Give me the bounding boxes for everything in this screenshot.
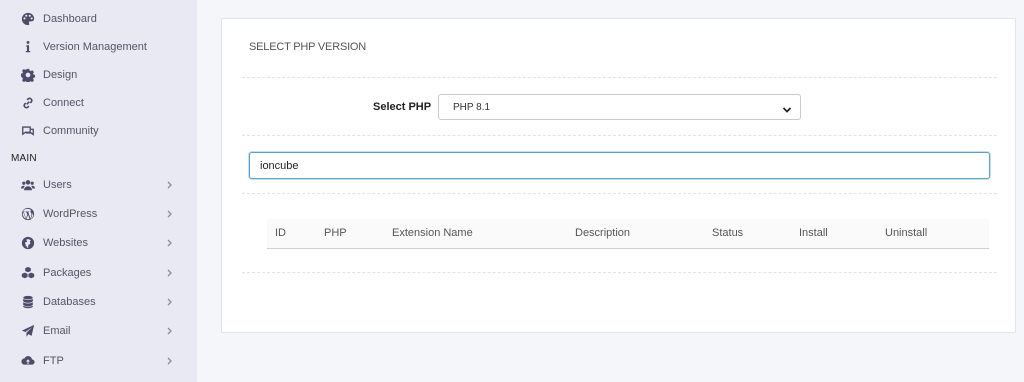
sidebar-item-label: Version Management	[43, 41, 147, 53]
column-header-description: Description	[575, 227, 631, 239]
column-header-status: Status	[712, 227, 744, 239]
chevron-down-icon	[782, 102, 792, 113]
divider	[242, 77, 997, 78]
chevron-right-icon	[165, 298, 173, 306]
main-content: SELECT PHP VERSION Select PHP PHP 8.1 ID…	[197, 0, 1024, 382]
chevron-right-icon	[165, 239, 173, 247]
cloud-upload-icon	[20, 354, 35, 369]
chevron-right-icon	[165, 327, 173, 335]
link-icon	[20, 96, 35, 111]
sidebar-item-version-management[interactable]: Version Management	[0, 33, 197, 61]
chevron-right-icon	[165, 210, 173, 218]
panel-title: SELECT PHP VERSION	[249, 41, 367, 53]
gear-icon	[20, 68, 35, 83]
section-label-main: MAIN	[11, 153, 37, 164]
divider	[242, 193, 997, 194]
sidebar-item-label: Users	[43, 179, 72, 191]
comments-icon	[20, 124, 35, 139]
sidebar-item-design[interactable]: Design	[0, 61, 197, 89]
sidebar-item-users[interactable]: Users	[0, 171, 197, 199]
column-header-uninstall: Uninstall	[885, 227, 928, 239]
selected-php-version: PHP 8.1	[453, 101, 491, 113]
info-icon	[20, 40, 35, 55]
select-php-label: Select PHP	[373, 101, 432, 113]
sidebar-item-dashboard[interactable]: Dashboard	[0, 5, 197, 33]
palette-icon	[20, 12, 35, 27]
globe-icon	[20, 236, 35, 251]
sidebar-item-label: FTP	[43, 355, 64, 367]
sidebar-item-label: Databases	[43, 296, 96, 308]
sidebar-item-websites[interactable]: Websites	[0, 229, 197, 257]
extensions-table-header: ID PHP Extension Name Description Status…	[267, 219, 989, 249]
sidebar-item-label: Websites	[43, 237, 89, 249]
php-version-select[interactable]: PHP 8.1	[438, 94, 801, 120]
column-header-php: PHP	[324, 227, 347, 239]
sidebar-item-email[interactable]: Email	[0, 317, 197, 345]
sidebar-item-label: Design	[43, 69, 78, 81]
chevron-right-icon	[165, 357, 173, 365]
sidebar-item-ftp[interactable]: FTP	[0, 347, 197, 375]
database-icon	[20, 295, 35, 310]
php-extensions-panel: SELECT PHP VERSION Select PHP PHP 8.1 ID…	[221, 18, 1016, 333]
sidebar-item-packages[interactable]: Packages	[0, 259, 197, 287]
sidebar-item-label: Dashboard	[43, 13, 97, 25]
extension-search-input[interactable]	[249, 152, 990, 179]
divider	[242, 135, 997, 136]
sidebar-item-label: Email	[43, 325, 71, 337]
sidebar: Dashboard Version Management Design Conn…	[0, 0, 197, 382]
cubes-icon	[20, 266, 35, 281]
sidebar-item-label: WordPress	[43, 208, 98, 220]
chevron-right-icon	[165, 181, 173, 189]
paper-plane-icon	[20, 324, 35, 339]
column-header-install: Install	[799, 227, 828, 239]
sidebar-item-databases[interactable]: Databases	[0, 288, 197, 316]
sidebar-item-label: Community	[43, 125, 99, 137]
chevron-right-icon	[165, 269, 173, 277]
sidebar-item-connect[interactable]: Connect	[0, 89, 197, 117]
users-icon	[20, 178, 35, 193]
sidebar-item-label: Packages	[43, 267, 92, 279]
sidebar-item-wordpress[interactable]: WordPress	[0, 200, 197, 228]
sidebar-item-label: Connect	[43, 97, 84, 109]
column-header-extension-name: Extension Name	[392, 227, 473, 239]
wordpress-icon	[20, 207, 35, 222]
sidebar-item-community[interactable]: Community	[0, 117, 197, 145]
column-header-id: ID	[275, 227, 286, 239]
divider	[242, 272, 997, 273]
